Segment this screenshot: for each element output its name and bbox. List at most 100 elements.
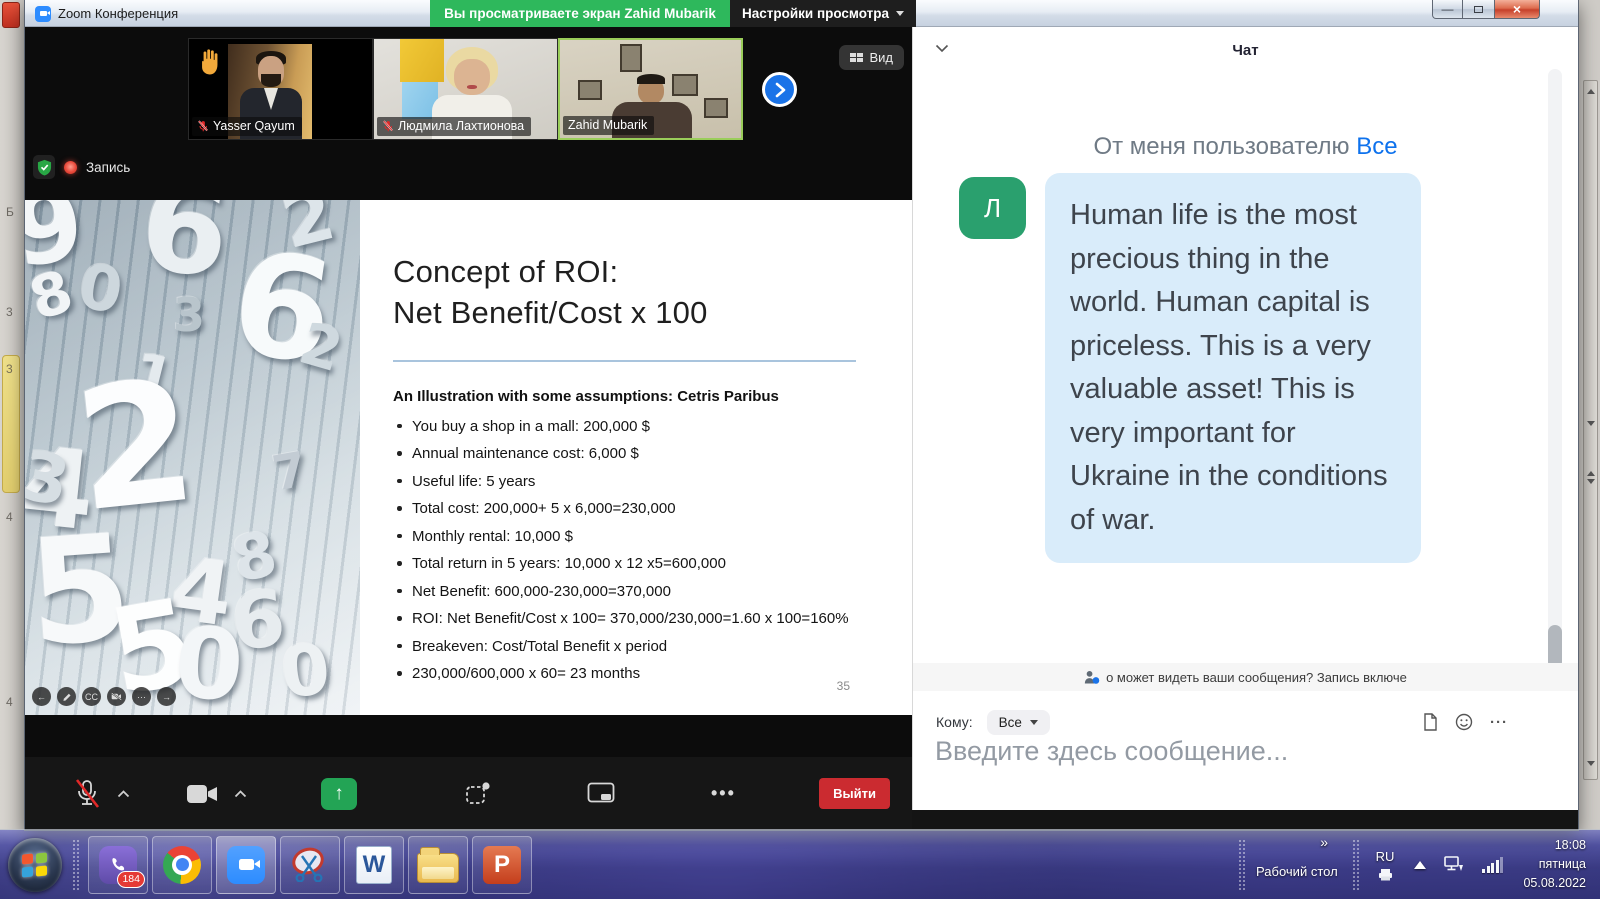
slide-intro: An Illustration with some assumptions: C… <box>393 388 882 405</box>
slide-art-digit: 7 <box>269 445 310 498</box>
background-window-scrollbar[interactable] <box>1583 80 1598 780</box>
system-tray: » Рабочий стол RU 18:08 пятница 05.08.20… <box>1232 830 1600 899</box>
prev-slide-button[interactable]: ← <box>32 687 51 706</box>
taskbar-viber-button[interactable]: 184 <box>88 836 148 894</box>
viber-icon: 184 <box>99 846 137 884</box>
camera-off-button[interactable] <box>107 687 126 706</box>
clock-time: 18:08 <box>1523 836 1586 855</box>
apps-button[interactable] <box>587 782 615 806</box>
minimize-button[interactable]: — <box>1432 0 1463 19</box>
next-participants-button[interactable] <box>762 72 797 107</box>
chat-message-input[interactable] <box>933 735 1373 768</box>
printer-icon[interactable] <box>1378 868 1393 881</box>
slide-art-digit: 0 <box>74 255 127 324</box>
camera-off-icon <box>111 692 122 701</box>
slide-bullet: Total cost: 200,000+ 5 x 6,000=230,000 <box>393 500 882 517</box>
meeting-area: Yasser Qayum Людмила Лахтионова <box>25 27 912 830</box>
taskbar-clock[interactable]: 18:08 пятница 05.08.2022 <box>1523 836 1586 892</box>
chat-message-bubble: Human life is the most precious thing in… <box>1045 173 1421 563</box>
start-button[interactable] <box>8 838 62 892</box>
slide-art-digit: 0 <box>172 614 247 715</box>
taskbar-powerpoint-button[interactable]: P <box>472 836 532 894</box>
chat-scrollbar[interactable] <box>1548 69 1562 669</box>
chat-privacy-status: о может видеть ваши сообщения? Запись вк… <box>913 663 1578 691</box>
captions-button[interactable]: CC <box>82 687 101 706</box>
background-marker: 3 <box>6 362 13 376</box>
mute-button[interactable] <box>73 778 101 810</box>
slide-page-number: 35 <box>837 679 850 693</box>
pencil-icon <box>62 692 72 702</box>
slide-title: Concept of ROI: Net Benefit/Cost x 100 <box>393 252 882 334</box>
maximize-button[interactable] <box>1463 0 1494 19</box>
snipping-tool-icon <box>290 848 330 882</box>
record-icon <box>465 781 491 807</box>
video-button[interactable] <box>186 783 218 805</box>
chevron-down-icon <box>896 11 904 16</box>
more-options-button[interactable]: ··· <box>1490 714 1508 731</box>
powerpoint-icon: P <box>483 846 521 884</box>
slide-bullet: Useful life: 5 years <box>393 473 882 490</box>
smiley-icon <box>1455 713 1473 731</box>
taskbar-chrome-button[interactable] <box>152 836 212 894</box>
slide-bullet: 230,000/600,000 x 60= 23 months <box>393 665 882 682</box>
clock-date: 05.08.2022 <box>1523 874 1586 893</box>
annotate-button[interactable] <box>57 687 76 706</box>
show-hidden-icons-button[interactable] <box>1414 861 1426 869</box>
chevron-down-icon <box>1030 720 1038 725</box>
view-settings-dropdown[interactable]: Настройки просмотра <box>730 0 916 27</box>
video-options-chevron[interactable] <box>234 790 247 798</box>
muted-mic-icon <box>73 778 101 810</box>
window-controls: — × <box>1432 0 1540 19</box>
participant-name-label: Людмила Лахтионова <box>377 117 531 136</box>
background-marker: Б <box>6 205 14 219</box>
word-icon: W <box>356 846 392 884</box>
background-document-icon <box>2 2 20 28</box>
to-label: Кому: <box>936 714 973 730</box>
emoji-button[interactable] <box>1455 713 1473 731</box>
video-tile-liudmyla[interactable]: Людмила Лахтионова <box>373 38 558 140</box>
more-controls-button[interactable]: ··· <box>132 687 151 706</box>
video-tile-yasser[interactable]: Yasser Qayum <box>188 38 373 140</box>
more-button[interactable]: ••• <box>711 783 736 804</box>
share-screen-button[interactable]: ↑ <box>321 778 357 810</box>
network-icon[interactable] <box>1444 856 1464 873</box>
attach-file-button[interactable] <box>1423 713 1438 731</box>
recipient-dropdown[interactable]: Все <box>987 710 1050 735</box>
toolbar-overflow-chevron[interactable]: » <box>1320 834 1328 850</box>
recipient-link[interactable]: Все <box>1356 133 1397 160</box>
slide-bullet: Breakeven: Cost/Total Benefit x period <box>393 638 882 655</box>
taskbar-explorer-button[interactable] <box>408 836 468 894</box>
muted-mic-icon <box>197 120 209 132</box>
taskbar-word-button[interactable]: W <box>344 836 404 894</box>
slide-bullet: Annual maintenance cost: 6,000 $ <box>393 445 882 462</box>
view-button[interactable]: Вид <box>839 45 904 70</box>
compose-row: Кому: Все ··· <box>936 707 1558 737</box>
viber-badge: 184 <box>117 871 145 888</box>
tray-grip <box>1238 839 1246 891</box>
meeting-toolbar: ↑ ••• Выйти <box>25 757 912 830</box>
background-marker: 4 <box>6 695 13 709</box>
mic-options-chevron[interactable] <box>117 790 130 798</box>
taskbar: 184 W P » Рабочий стол <box>0 829 1600 899</box>
slide-art-digit: 3 <box>173 292 205 338</box>
video-tile-zahid[interactable]: Zahid Mubarik <box>558 38 743 140</box>
desktop-toolbar[interactable]: Рабочий стол <box>1256 864 1338 879</box>
slide-divider <box>393 360 856 362</box>
taskbar-grip <box>72 839 80 891</box>
language-indicator[interactable]: RU <box>1376 849 1395 881</box>
windows-logo <box>22 853 33 864</box>
taskbar-zoom-button[interactable] <box>216 836 276 894</box>
leave-meeting-button[interactable]: Выйти <box>819 778 890 809</box>
signal-strength-icon[interactable] <box>1482 857 1503 873</box>
taskbar-snipping-tool-button[interactable] <box>280 836 340 894</box>
grid-icon <box>850 53 864 63</box>
close-button[interactable]: × <box>1494 0 1540 19</box>
zoom-icon <box>227 846 265 884</box>
monitor-icon <box>587 782 615 806</box>
participant-name-label: Zahid Mubarik <box>563 116 654 135</box>
raised-hand-icon <box>196 47 222 77</box>
chat-header: Чат <box>913 27 1578 75</box>
record-button[interactable] <box>465 781 491 807</box>
security-shield-icon[interactable] <box>33 155 55 179</box>
next-slide-button[interactable]: → <box>157 687 176 706</box>
